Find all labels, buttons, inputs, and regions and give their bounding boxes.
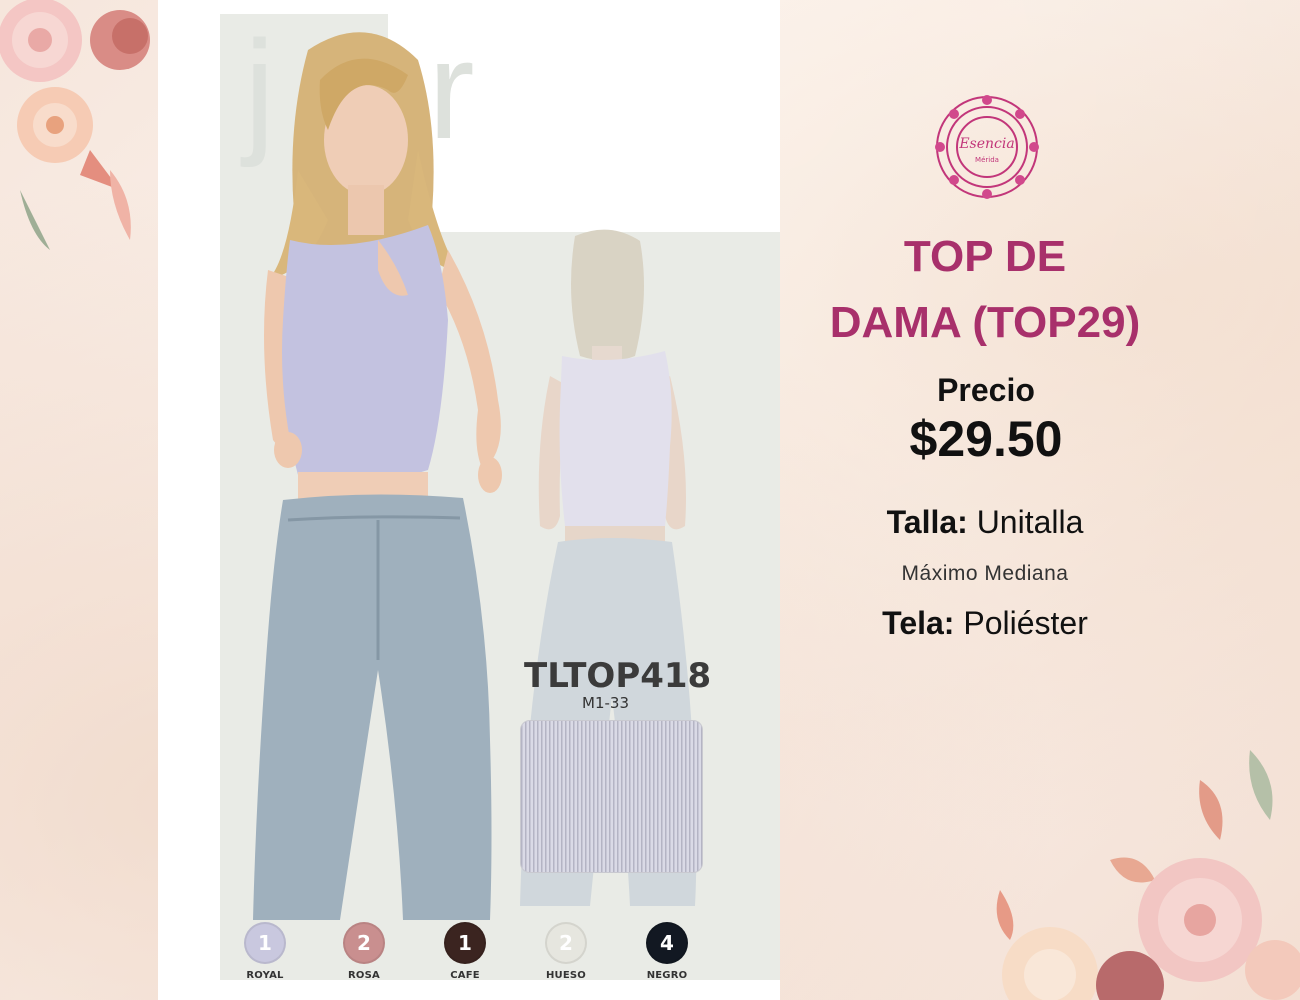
color-count-badge: 4 (646, 922, 688, 964)
color-count-badge: 1 (244, 922, 286, 964)
color-count-badge: 2 (545, 922, 587, 964)
color-name: NEGRO (646, 970, 688, 981)
color-options: 1 ROYAL 2 ROSA 1 CAFE 2 HUESO 4 NEGRO (240, 922, 700, 982)
color-name: ROYAL (246, 970, 284, 981)
price-label: Precio (937, 372, 1035, 408)
fabric-value: Poliéster (963, 605, 1088, 641)
fabric-spec: Tela: Poliéster (810, 605, 1160, 642)
color-name: ROSA (348, 970, 380, 981)
floral-decoration-bottom-right (996, 750, 1300, 1000)
color-option: 1 CAFE (440, 922, 490, 981)
product-sub-code: M1-33 (582, 694, 629, 712)
product-title: TOP DE DAMA (TOP29) (790, 228, 1180, 352)
color-option: 4 NEGRO (642, 922, 692, 981)
price-value: $29.50 (909, 411, 1063, 467)
color-count-badge: 1 (444, 922, 486, 964)
size-label: Talla: (886, 504, 968, 540)
size-note: Máximo Mediana (901, 562, 1069, 585)
fabric-label: Tela: (882, 605, 955, 641)
fabric-swatch (520, 720, 703, 873)
color-option: 2 HUESO (541, 922, 591, 981)
title-line-1: TOP DE (903, 232, 1067, 281)
size-spec: Talla: Unitalla (810, 504, 1160, 541)
title-line-2: DAMA (TOP29) (829, 298, 1141, 347)
color-option: 2 ROSA (339, 922, 389, 981)
floral-decoration-top-left (0, 0, 150, 250)
logo-text: Esencia (958, 136, 1014, 152)
size-value: Unitalla (976, 504, 1084, 540)
color-name: HUESO (545, 970, 587, 981)
color-name: CAFE (450, 970, 480, 981)
logo-subtext: Mérida (975, 156, 999, 164)
brand-logo: Esencia Mérida (935, 95, 1039, 199)
color-count-badge: 2 (343, 922, 385, 964)
color-option: 1 ROYAL (240, 922, 290, 981)
watermark-letter-r: r (428, 11, 475, 168)
product-code: TLTOP418 (524, 656, 712, 696)
